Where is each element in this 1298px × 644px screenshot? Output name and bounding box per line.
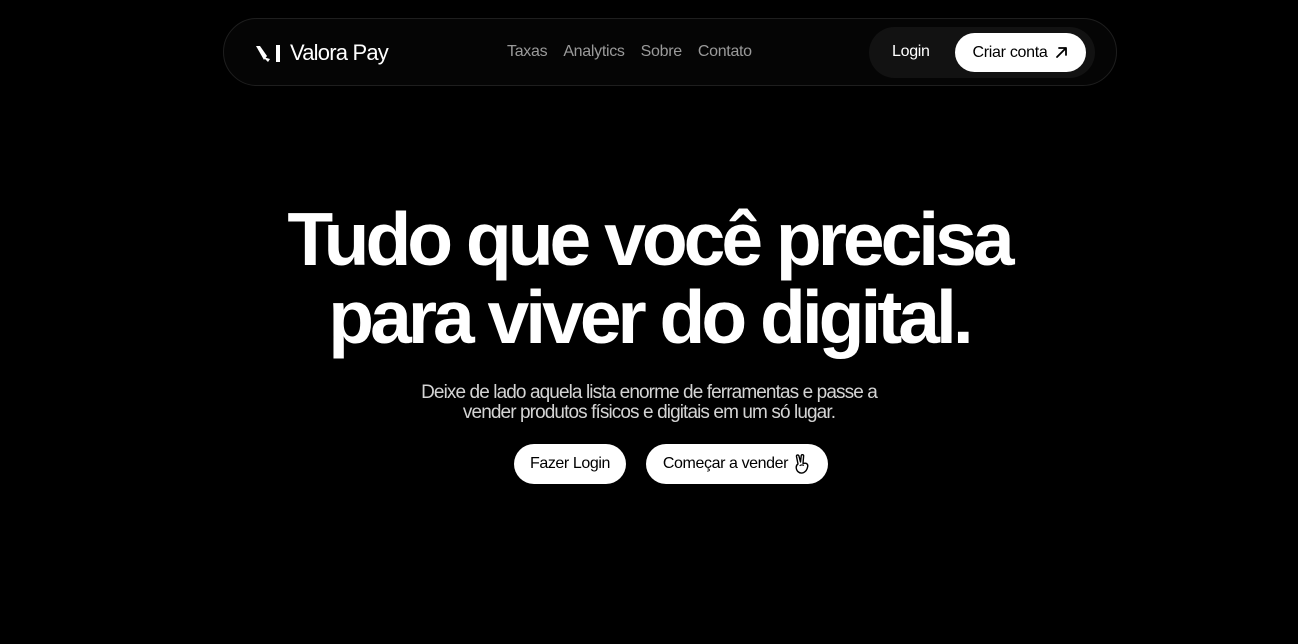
hero-title: Tudo que você precisa para viver do digi… bbox=[0, 200, 1298, 356]
brand-name: Valora Pay bbox=[290, 40, 389, 65]
fazer-login-button[interactable]: Fazer Login bbox=[514, 444, 626, 484]
login-link[interactable]: Login bbox=[892, 43, 930, 61]
cta-row: Fazer Login Começar a vender bbox=[514, 444, 828, 484]
arrow-up-right-icon bbox=[1056, 47, 1068, 58]
hero-subtitle: Deixe de lado aquela lista enorme de fer… bbox=[0, 383, 1298, 423]
valora-logo-icon bbox=[256, 45, 280, 62]
nav-link-sobre[interactable]: Sobre bbox=[641, 43, 683, 61]
brand[interactable]: Valora Pay bbox=[255, 39, 389, 67]
hero-subtitle-line-1: Deixe de lado aquela lista enorme de fer… bbox=[421, 382, 878, 403]
criar-conta-button[interactable]: Criar conta bbox=[955, 33, 1086, 72]
nav-link-contato[interactable]: Contato bbox=[698, 43, 752, 61]
hero-title-line-1: Tudo que você precisa bbox=[287, 197, 1014, 281]
navbar: Valora Pay Taxas Analytics Sobre Contato… bbox=[223, 18, 1117, 86]
fazer-login-label: Fazer Login bbox=[529, 455, 611, 472]
comecar-a-vender-button[interactable]: Começar a vender bbox=[646, 444, 828, 484]
victory-hand-icon bbox=[795, 454, 809, 474]
hero-title-line-2: para viver do digital. bbox=[328, 275, 973, 359]
landing-page: Valora Pay Taxas Analytics Sobre Contato… bbox=[0, 0, 1298, 644]
nav-link-taxas[interactable]: Taxas bbox=[507, 43, 548, 61]
auth-group: Login Criar conta bbox=[869, 27, 1095, 78]
nav-links: Taxas Analytics Sobre Contato bbox=[507, 43, 752, 61]
comecar-a-vender-label: Começar a vender bbox=[662, 455, 789, 472]
nav-link-analytics[interactable]: Analytics bbox=[563, 43, 625, 61]
hero-subtitle-line-2: vender produtos físicos e digitais em um… bbox=[462, 402, 836, 423]
criar-conta-label: Criar conta bbox=[972, 43, 1048, 61]
